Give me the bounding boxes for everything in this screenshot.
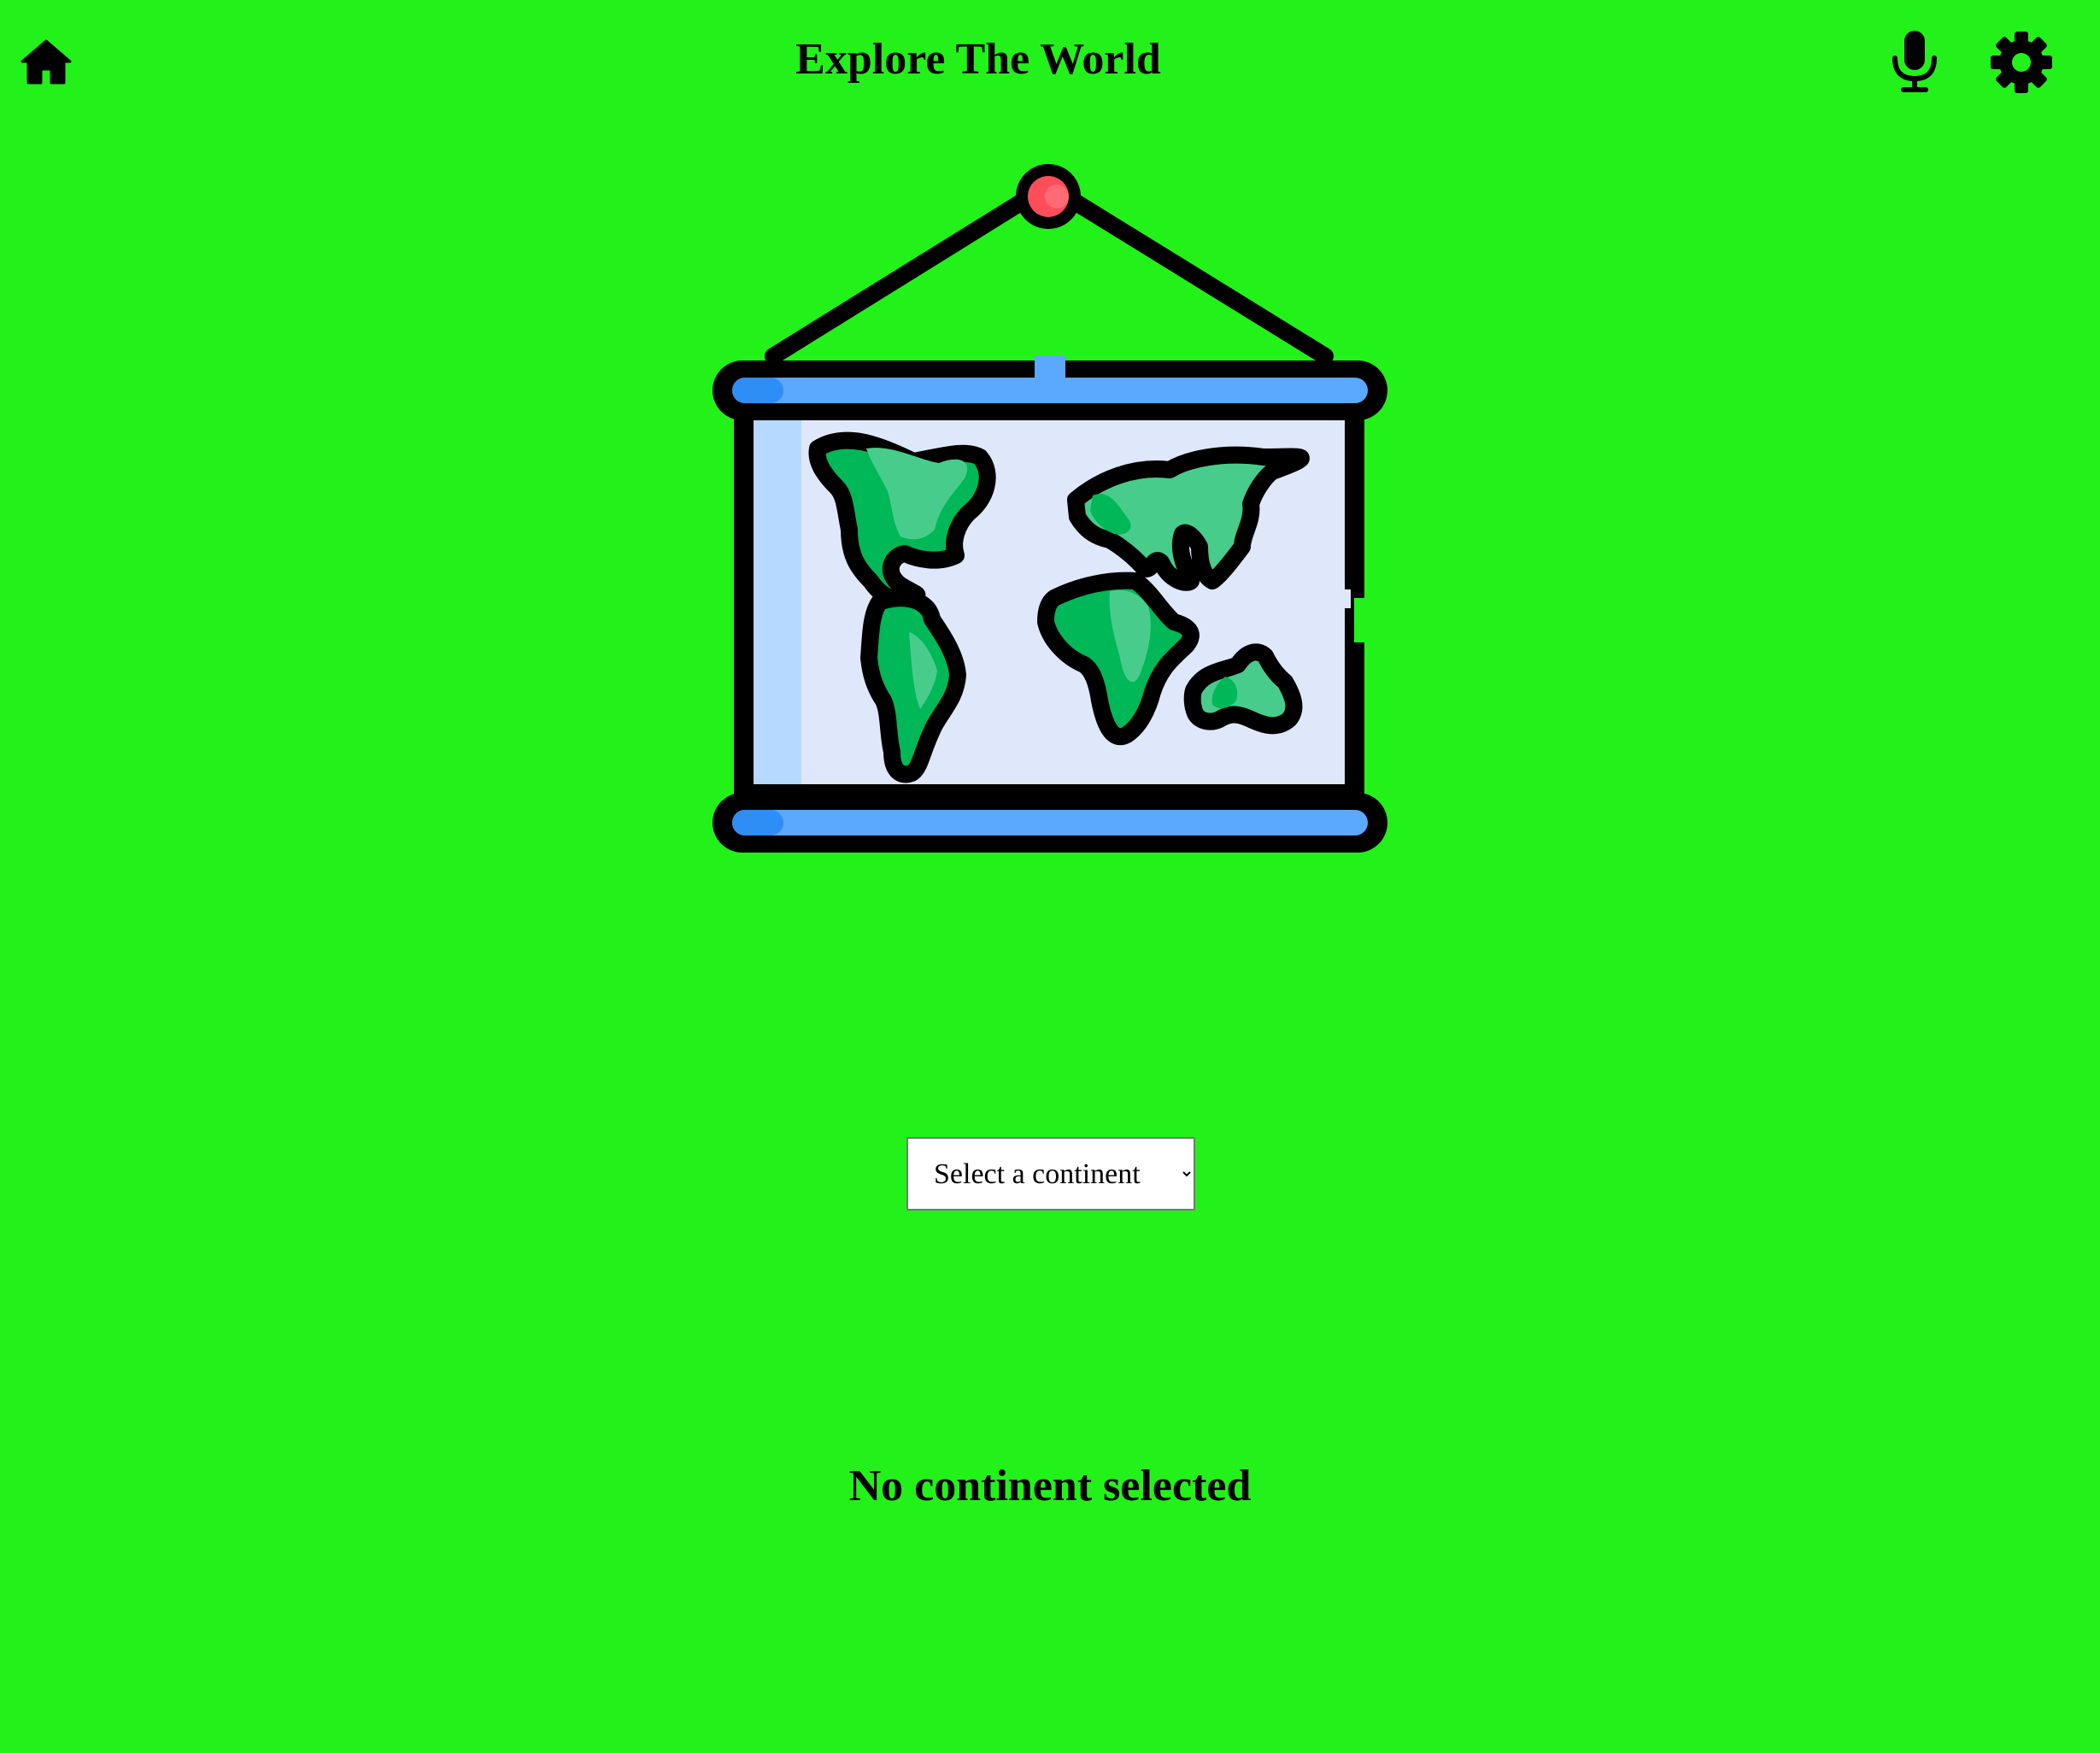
settings-button[interactable] [1988, 29, 2055, 96]
gear-icon [1991, 32, 2052, 93]
microphone-icon [1892, 31, 1937, 92]
continent-select-wrapper: Select a continent [906, 1137, 1195, 1211]
header: Explore The World [0, 0, 2100, 124]
world-map-illustration [713, 164, 1387, 853]
page-title: Explore The World [795, 35, 1161, 84]
continent-select[interactable]: Select a continent [906, 1137, 1195, 1211]
microphone-button[interactable] [1888, 29, 1941, 94]
bottom-roller [713, 793, 1387, 853]
pin-icon [1016, 164, 1081, 229]
status-message: No continent selected [848, 1462, 1252, 1510]
page: Explore The World Select a continent No … [0, 0, 2100, 1753]
